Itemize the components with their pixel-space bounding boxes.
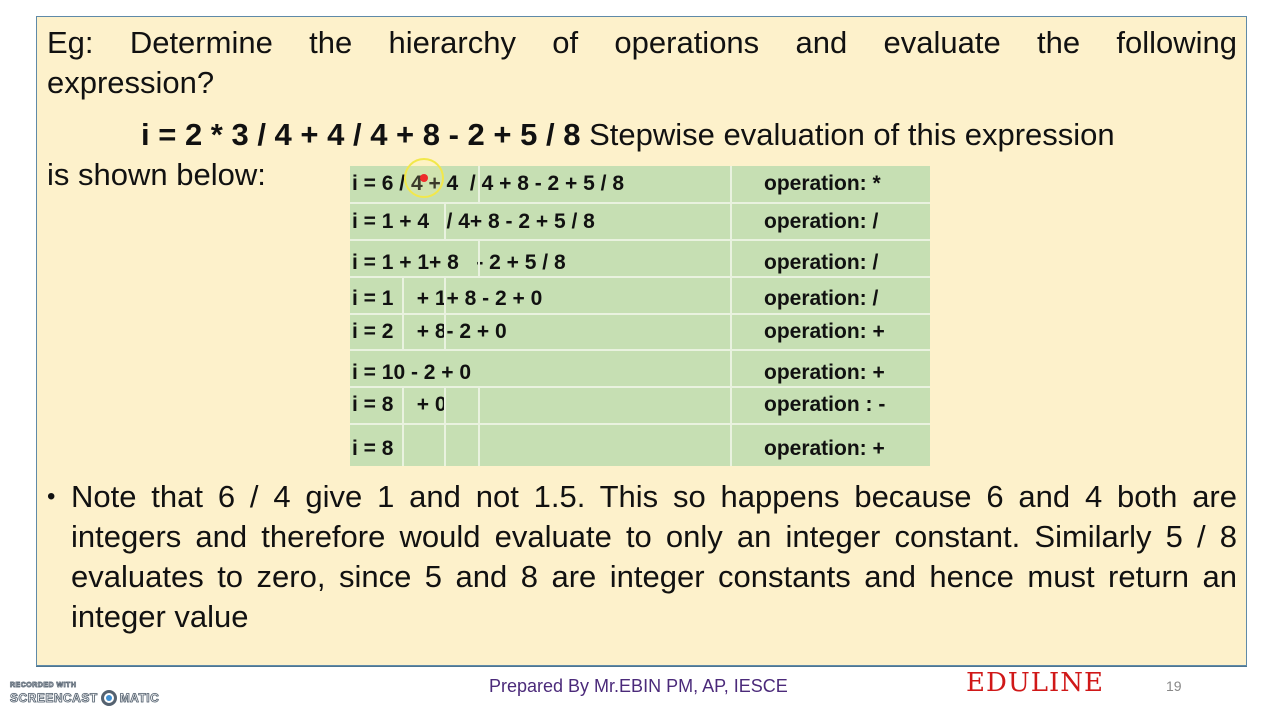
- note-bullet-item: • Note that 6 / 4 give 1 and not 1.5. Th…: [47, 477, 1237, 637]
- heading-word: of: [552, 25, 579, 60]
- screencast-logo-icon: [100, 690, 117, 706]
- grid-line: [444, 202, 446, 239]
- heading-line-1: Eg: Determine the hierarchy of operation…: [47, 23, 1237, 63]
- grid-line: [478, 239, 480, 276]
- step-row: i = 8 operation: +: [350, 423, 930, 466]
- grid-line: [402, 276, 404, 349]
- expression-suffix: Stepwise evaluation of this expression: [589, 117, 1115, 152]
- step-expression: i = 1 + 4 / 4+ 8 - 2 + 5 / 8: [352, 210, 595, 233]
- step-expression: i = 8 + 0: [352, 393, 447, 416]
- step-row: i = 1 + 1+ 8 - 2 + 5 / 8 operation: /: [350, 239, 930, 276]
- expression-line: i = 2 * 3 / 4 + 4 / 4 + 8 - 2 + 5 / 8 St…: [141, 115, 1115, 155]
- watermark-row: SCREENCAST MATIC: [10, 690, 159, 706]
- shown-below-text: is shown below:: [47, 157, 266, 192]
- watermark-matic: MATIC: [119, 691, 160, 706]
- watermark-screencast: SCREENCAST: [10, 691, 98, 706]
- heading-word: hierarchy: [388, 25, 516, 60]
- heading-word: and: [795, 25, 848, 60]
- expression: i = 2 * 3 / 4 + 4 / 4 + 8 - 2 + 5 / 8: [141, 117, 581, 152]
- step-operation: operation: +: [764, 361, 885, 384]
- bullet-icon: •: [47, 483, 56, 510]
- step-operation: operation: /: [764, 287, 879, 310]
- step-operation: operation: +: [764, 320, 885, 343]
- grid-line: [402, 386, 404, 466]
- steps-table: i = 6 / 4 + 4 / 4 + 8 - 2 + 5 / 8 operat…: [350, 166, 930, 466]
- step-expression: i = 8: [352, 437, 394, 460]
- slide-heading: Eg: Determine the hierarchy of operation…: [47, 23, 1237, 103]
- step-row: i = 1 + 1+ 8 - 2 + 0 operation: /: [350, 276, 930, 313]
- step-expression: i = 1 + 1+ 8 - 2 + 0: [352, 287, 543, 310]
- grid-line: [444, 276, 446, 349]
- step-operation: operation: /: [764, 210, 879, 233]
- heading-line-2: expression?: [47, 65, 215, 100]
- heading-word: operations: [614, 25, 760, 60]
- heading-word: following: [1116, 25, 1237, 60]
- step-row: i = 1 + 4 / 4+ 8 - 2 + 5 / 8 operation: …: [350, 202, 930, 239]
- grid-line: [478, 166, 480, 202]
- step-expression: i = 6 / 4 + 4 / 4 + 8 - 2 + 5 / 8: [352, 172, 625, 195]
- grid-line: [478, 386, 480, 466]
- screencast-watermark: RECORDED WITH SCREENCAST MATIC: [10, 682, 159, 706]
- page-number: 19: [1166, 678, 1182, 694]
- footer-author: Prepared By Mr.EBIN PM, AP, IESCE: [489, 676, 788, 696]
- step-operation: operation: /: [764, 251, 879, 274]
- footer-brand-logo: EDULINE: [966, 668, 1105, 698]
- heading-word: Eg:: [47, 25, 94, 60]
- heading-word: the: [309, 25, 353, 60]
- heading-word: Determine: [129, 25, 273, 60]
- step-row: i = 8 + 0 operation : -: [350, 386, 930, 423]
- step-operation: operation: *: [764, 172, 881, 195]
- heading-word: the: [1036, 25, 1081, 60]
- step-expression: i = 2 + 8- 2 + 0: [352, 320, 507, 343]
- step-operation: operation: +: [764, 437, 885, 460]
- note-text: Note that 6 / 4 give 1 and not 1.5. This…: [71, 479, 1237, 634]
- grid-line: [444, 386, 446, 466]
- grid-line: [730, 166, 732, 466]
- step-row: i = 10 - 2 + 0 operation: +: [350, 349, 930, 386]
- cursor-click-icon: [420, 174, 428, 182]
- step-operation: operation : -: [764, 393, 886, 416]
- step-expression: i = 1 + 1+ 8 - 2 + 5 / 8: [352, 251, 566, 274]
- watermark-recorded-with: RECORDED WITH: [10, 682, 77, 690]
- step-row: i = 2 + 8- 2 + 0 operation: +: [350, 313, 930, 349]
- step-expression: i = 10 - 2 + 0: [352, 361, 472, 384]
- heading-word: evaluate: [883, 25, 1001, 60]
- slide: Eg: Determine the hierarchy of operation…: [0, 0, 1280, 720]
